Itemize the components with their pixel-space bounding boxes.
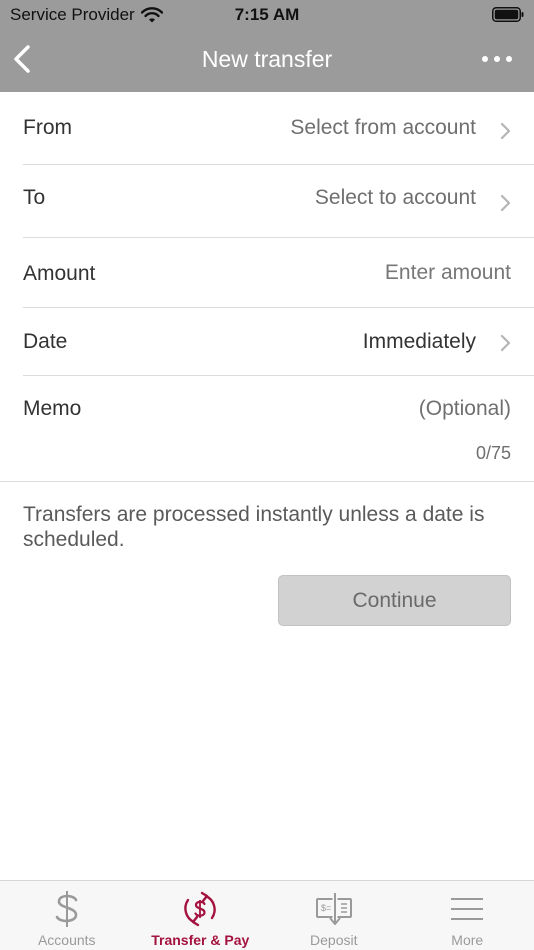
memo-input[interactable] <box>291 397 511 421</box>
amount-row: Amount <box>0 238 534 308</box>
page-title: New transfer <box>201 46 333 72</box>
continue-button[interactable]: Continue <box>278 575 511 626</box>
tab-transfer-pay[interactable]: Transfer & Pay <box>134 881 268 950</box>
chevron-right-icon <box>500 194 511 212</box>
from-account-row[interactable]: From Select from account <box>0 92 534 165</box>
tab-deposit[interactable]: $= Deposit <box>267 881 401 950</box>
memo-row: Memo 0/75 <box>0 376 534 482</box>
transfer-pay-icon <box>180 889 220 929</box>
svg-text:$=: $= <box>321 903 331 913</box>
dollar-icon <box>47 889 87 929</box>
to-account-row[interactable]: To Select to account <box>0 165 534 238</box>
memo-label: Memo <box>23 397 82 420</box>
tab-accounts[interactable]: Accounts <box>0 881 134 950</box>
more-options-icon[interactable] <box>480 44 514 74</box>
tab-bar: Accounts Transfer & Pay $= Deposit More <box>0 880 534 950</box>
menu-icon <box>447 889 487 929</box>
battery-icon <box>492 7 524 22</box>
nav-bar: New transfer <box>0 30 534 92</box>
chevron-right-icon <box>500 334 511 352</box>
to-value: Select to account <box>314 186 476 209</box>
date-value: Immediately <box>362 330 476 353</box>
tab-label: More <box>451 932 484 948</box>
from-value: Select from account <box>290 116 476 139</box>
from-label: From <box>23 116 72 139</box>
date-row[interactable]: Date Immediately <box>0 308 534 376</box>
tab-label: Transfer & Pay <box>151 932 250 948</box>
amount-label: Amount <box>23 262 96 285</box>
amount-input[interactable] <box>291 261 511 285</box>
app-header: Service Provider 7:15 AM New transfer <box>0 0 534 92</box>
tab-label: Deposit <box>310 932 358 948</box>
to-label: To <box>23 186 46 209</box>
memo-char-counter: 0/75 <box>475 443 511 463</box>
tab-more[interactable]: More <box>401 881 534 950</box>
date-label: Date <box>23 330 68 353</box>
transfer-info-text: Transfers are processed instantly unless… <box>23 503 485 551</box>
tab-label: Accounts <box>37 932 96 948</box>
row-divider <box>0 481 534 482</box>
status-bar: Service Provider 7:15 AM <box>0 0 534 30</box>
check-deposit-icon: $= <box>314 889 354 929</box>
chevron-right-icon <box>500 122 511 140</box>
status-time: 7:15 AM <box>234 5 300 24</box>
